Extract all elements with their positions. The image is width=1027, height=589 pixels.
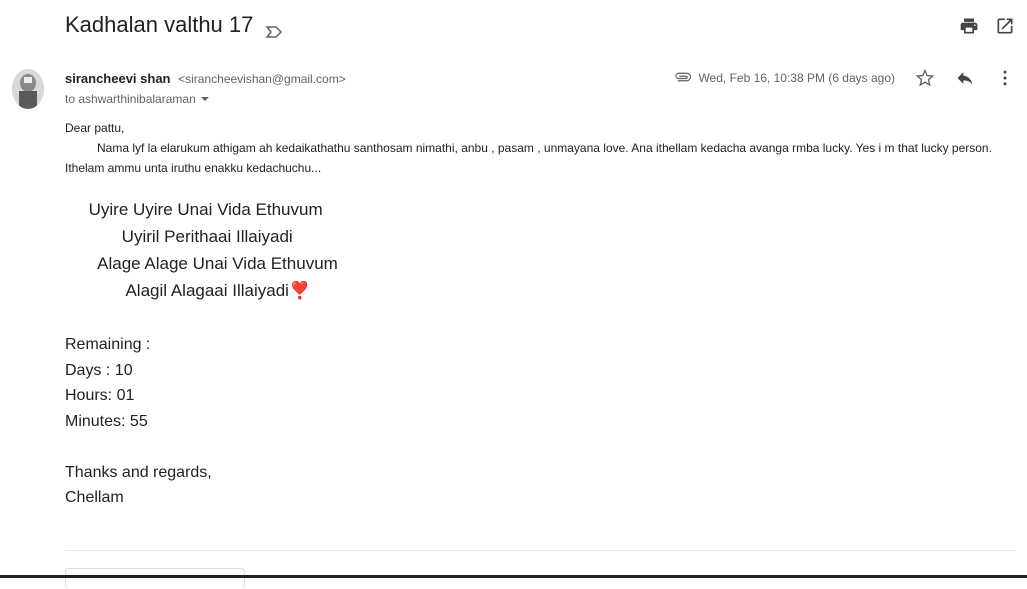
message-date: Wed, Feb 16, 10:38 PM (6 days ago) [698,71,895,85]
sender-name[interactable]: sirancheevi shan [65,71,171,86]
more-vert-icon[interactable] [995,68,1015,88]
sender-line: sirancheevi shan <sirancheevishan@gmail.… [65,71,346,86]
star-icon[interactable] [915,68,935,88]
poem-line: Alagil Alagaai Illaiyadi❣️ [65,281,311,300]
reply-icon[interactable] [955,68,975,88]
avatar[interactable] [12,69,44,109]
poem-line: Uyire Uyire Unai Vida Ethuvum [65,200,323,219]
message-meta: Wed, Feb 16, 10:38 PM (6 days ago) [674,68,1015,88]
recipient-text: to ashwarthinibalaraman [65,92,196,106]
print-icon[interactable] [959,16,979,36]
signoff-name: Chellam [65,489,124,506]
countdown-hours: Hours: 01 [65,387,135,404]
subject-text: Kadhalan valthu 17 [65,12,254,37]
message-body: Dear pattu, Nama lyf la elarukum athigam… [65,118,1000,178]
sender-email: <sirancheevishan@gmail.com> [178,72,346,86]
open-in-new-icon[interactable] [995,16,1015,36]
divider [65,550,1015,551]
signoff-line: Thanks and regards, [65,464,212,481]
recipient-line[interactable]: to ashwarthinibalaraman [65,92,209,106]
signoff: Thanks and regards, Chellam [65,460,212,510]
poem-line: Uyiril Perithaai Illaiyadi [65,227,293,246]
reply-button-box[interactable] [65,568,245,589]
countdown: Remaining : Days : 10 Hours: 01 Minutes:… [65,332,150,434]
greeting: Dear pattu, [65,121,125,135]
countdown-days: Days : 10 [65,361,133,379]
countdown-title: Remaining : [65,336,151,353]
top-actions [959,16,1015,36]
label-icon[interactable] [265,19,283,38]
poem: Uyire Uyire Unai Vida Ethuvum Uyiril Per… [65,196,338,304]
attachment-icon [674,71,692,86]
countdown-minutes: Minutes: 55 [65,412,148,430]
chevron-down-icon[interactable] [200,97,209,101]
body-paragraph: Nama lyf la elarukum athigam ah kedaikat… [65,141,992,175]
email-subject: Kadhalan valthu 17 [65,12,283,38]
poem-line: Alage Alage Unai Vida Ethuvum [65,254,338,273]
